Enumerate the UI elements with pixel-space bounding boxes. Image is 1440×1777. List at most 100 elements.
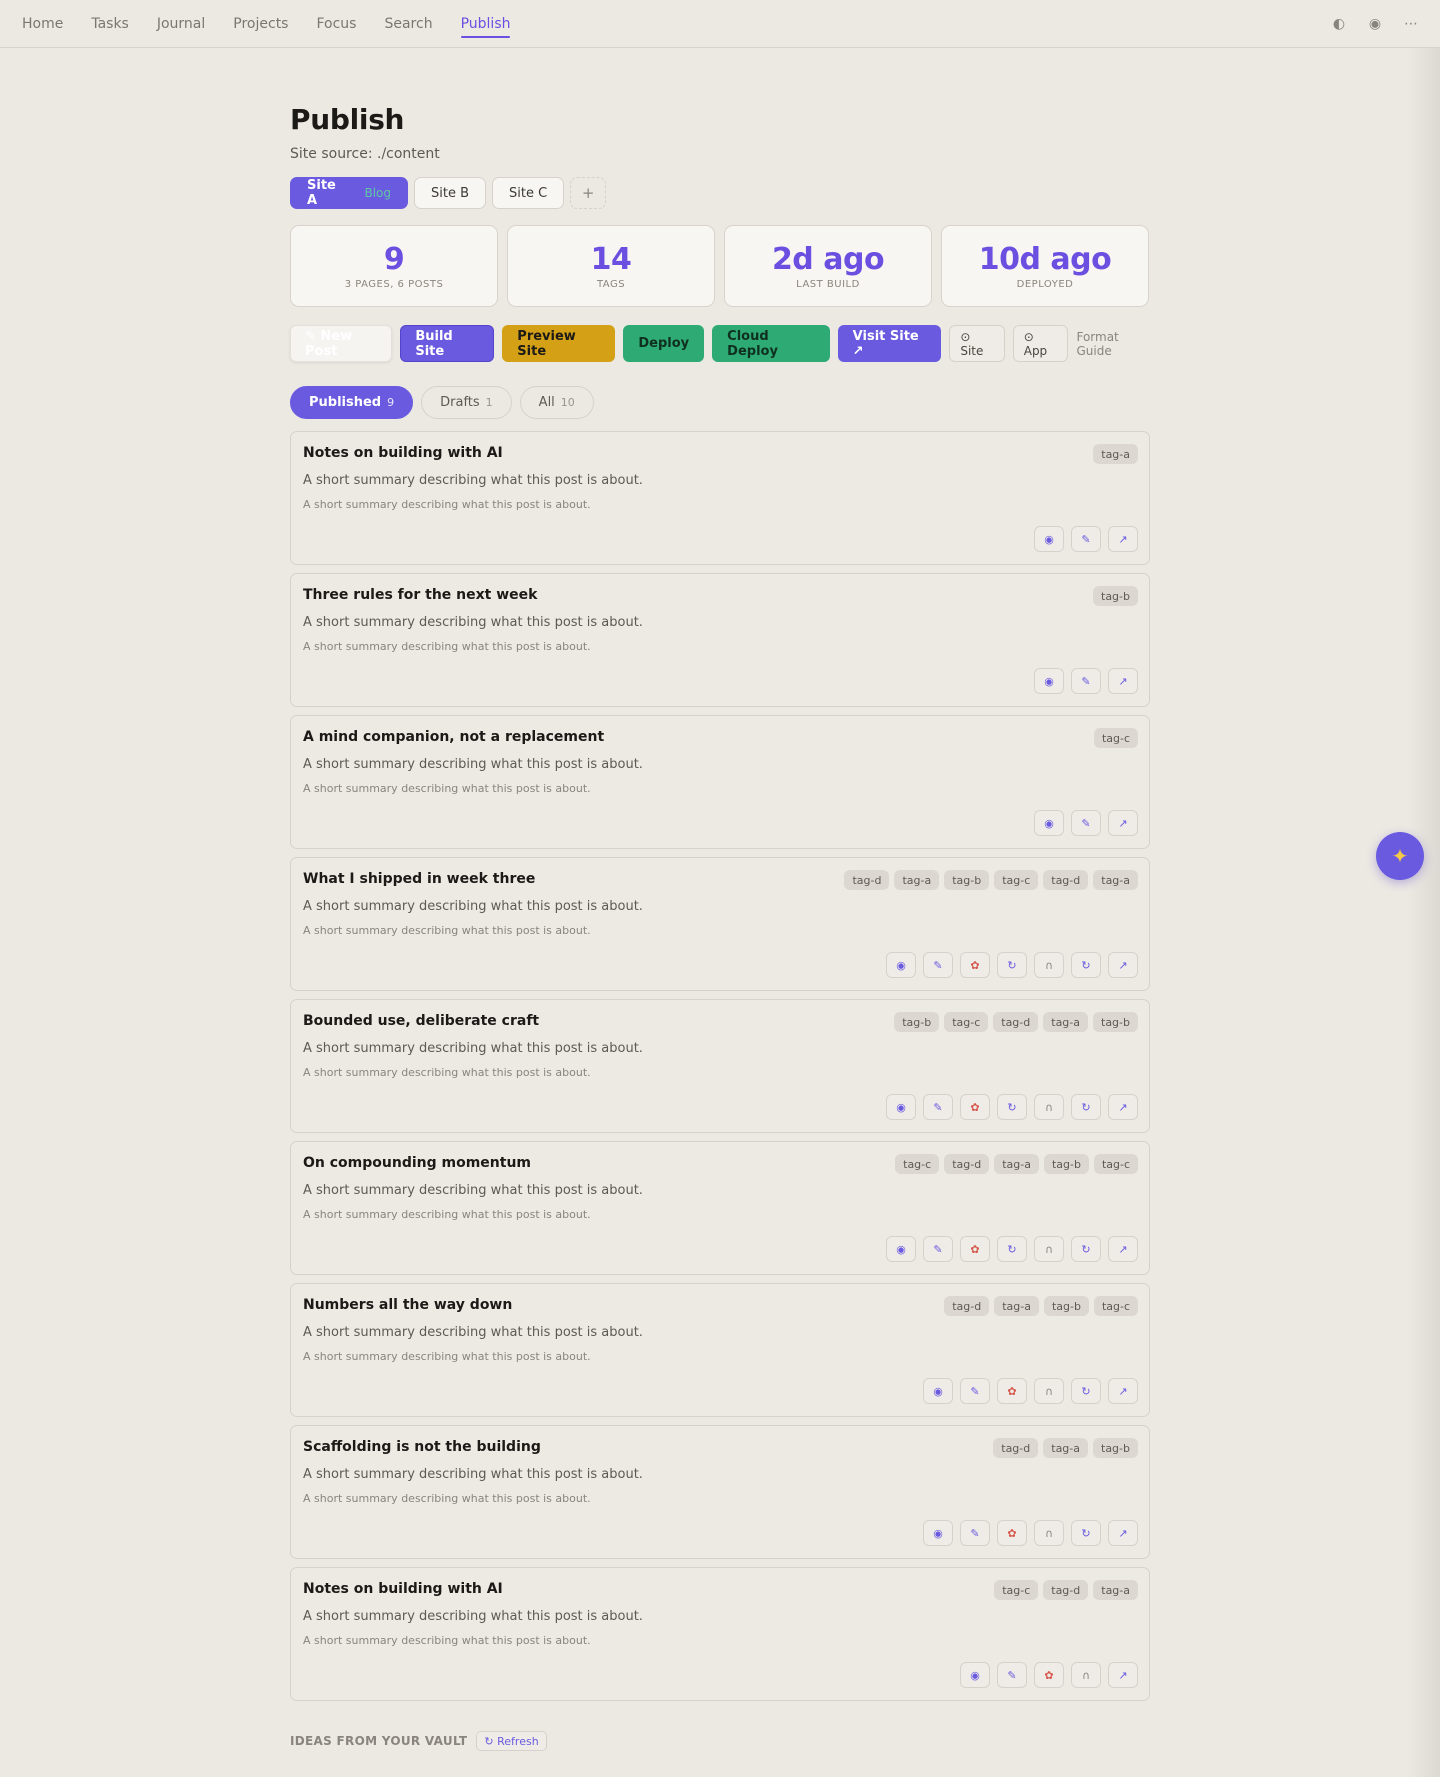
tag-chip[interactable]: tag-c: [1093, 728, 1138, 748]
external-link-icon[interactable]: ↗: [1108, 526, 1138, 552]
headphones-icon[interactable]: ∩: [1034, 952, 1064, 978]
tag-chip[interactable]: tag-c: [994, 870, 1039, 890]
tag-chip[interactable]: tag-a: [1043, 1438, 1088, 1458]
brain-icon[interactable]: ✿: [997, 1520, 1027, 1546]
filter-drafts[interactable]: Drafts 1: [421, 386, 512, 419]
deploy-button[interactable]: Deploy: [623, 325, 705, 362]
sync-icon[interactable]: ↻: [1071, 952, 1101, 978]
add-site-button[interactable]: +: [570, 177, 607, 209]
format-guide-link[interactable]: Format Guide: [1076, 330, 1150, 358]
tag-chip[interactable]: tag-d: [944, 1296, 990, 1316]
post-title[interactable]: Scaffolding is not the building: [303, 1439, 541, 1455]
pencil-icon[interactable]: ✎: [1071, 668, 1101, 694]
tag-chip[interactable]: tag-a: [994, 1154, 1039, 1174]
sync-icon[interactable]: ↻: [1071, 1520, 1101, 1546]
cloud-deploy-button[interactable]: Cloud Deploy: [712, 325, 830, 362]
refresh-button[interactable]: ↻ Refresh: [476, 1731, 547, 1751]
eye-icon[interactable]: ◉: [1034, 526, 1064, 552]
tag-chip[interactable]: tag-d: [844, 870, 890, 890]
tag-chip[interactable]: tag-a: [894, 870, 940, 890]
tag-chip[interactable]: tag-a: [994, 1296, 1039, 1316]
post-card[interactable]: Notes on building with AI A short summary…: [290, 1567, 1150, 1701]
tag-chip[interactable]: tag-c: [1093, 1296, 1138, 1316]
sync-icon[interactable]: ↻: [997, 1094, 1027, 1120]
eye-icon[interactable]: ◉: [886, 952, 916, 978]
preview-site-button[interactable]: Preview Site: [502, 325, 616, 362]
more-icon[interactable]: ⋯: [1404, 16, 1418, 32]
pencil-icon[interactable]: ✎: [960, 1520, 990, 1546]
tag-chip[interactable]: tag-d: [993, 1012, 1039, 1032]
post-title[interactable]: Notes on building with AI: [303, 1581, 503, 1597]
eye-icon[interactable]: ◉: [886, 1094, 916, 1120]
eye-icon[interactable]: ◉: [886, 1236, 916, 1262]
external-link-icon[interactable]: ↗: [1108, 1236, 1138, 1262]
eye-icon[interactable]: ◉: [1368, 16, 1382, 32]
post-card[interactable]: Notes on building with AI A short summary…: [290, 431, 1150, 565]
external-link-icon[interactable]: ↗: [1108, 1378, 1138, 1404]
external-link-icon[interactable]: ↗: [1108, 952, 1138, 978]
headphones-icon[interactable]: ∩: [1034, 1520, 1064, 1546]
open-app-button[interactable]: ⊙ App: [1012, 325, 1069, 362]
tag-chip[interactable]: tag-a: [1093, 1580, 1138, 1600]
new-post-button[interactable]: ✎ New Post: [290, 325, 393, 362]
nav-item-journal[interactable]: Journal: [157, 0, 205, 48]
open-site-button[interactable]: ⊙ Site: [949, 325, 1005, 362]
tag-chip[interactable]: tag-d: [944, 1154, 990, 1174]
tag-chip[interactable]: tag-b: [1093, 586, 1138, 606]
post-title[interactable]: A mind companion, not a replacement: [303, 729, 604, 745]
tag-chip[interactable]: tag-d: [1043, 1580, 1089, 1600]
headphones-icon[interactable]: ∩: [1034, 1378, 1064, 1404]
tag-chip[interactable]: tag-c: [994, 1580, 1039, 1600]
headphones-icon[interactable]: ∩: [1034, 1236, 1064, 1262]
post-card[interactable]: Scaffolding is not the building A short s…: [290, 1425, 1150, 1559]
external-link-icon[interactable]: ↗: [1108, 1662, 1138, 1688]
headphones-icon[interactable]: ∩: [1071, 1662, 1101, 1688]
brain-icon[interactable]: ✿: [997, 1378, 1027, 1404]
pencil-icon[interactable]: ✎: [997, 1662, 1027, 1688]
post-title[interactable]: Numbers all the way down: [303, 1297, 512, 1313]
post-card[interactable]: Three rules for the next week A short sum…: [290, 573, 1150, 707]
filter-all[interactable]: All 10: [519, 386, 594, 419]
nav-item-focus[interactable]: Focus: [316, 0, 356, 48]
site-tab-site-a[interactable]: Site A Blog: [290, 177, 408, 209]
site-tab-site-c[interactable]: Site C: [492, 177, 565, 209]
tag-chip[interactable]: tag-b: [1043, 1296, 1089, 1316]
pencil-icon[interactable]: ✎: [1071, 810, 1101, 836]
brain-icon[interactable]: ✿: [1034, 1662, 1064, 1688]
external-link-icon[interactable]: ↗: [1108, 810, 1138, 836]
nav-item-home[interactable]: Home: [22, 0, 63, 48]
brain-icon[interactable]: ✿: [960, 952, 990, 978]
tag-chip[interactable]: tag-a: [1093, 444, 1138, 464]
post-title[interactable]: What I shipped in week three: [303, 871, 535, 887]
eye-icon[interactable]: ◉: [923, 1520, 953, 1546]
tag-chip[interactable]: tag-d: [1043, 870, 1089, 890]
tag-chip[interactable]: tag-d: [993, 1438, 1039, 1458]
sync-icon[interactable]: ↻: [997, 1236, 1027, 1262]
sync-icon[interactable]: ↻: [1071, 1094, 1101, 1120]
tag-chip[interactable]: tag-b: [1093, 1438, 1138, 1458]
post-title[interactable]: On compounding momentum: [303, 1155, 531, 1171]
sync-icon[interactable]: ↻: [1071, 1236, 1101, 1262]
eye-icon[interactable]: ◉: [923, 1378, 953, 1404]
post-card[interactable]: Bounded use, deliberate craft A short sum…: [290, 999, 1150, 1133]
brain-icon[interactable]: ✿: [960, 1094, 990, 1120]
pencil-icon[interactable]: ✎: [960, 1378, 990, 1404]
assistant-sparkle-button[interactable]: ✦: [1376, 832, 1424, 880]
eye-icon[interactable]: ◉: [960, 1662, 990, 1688]
tag-chip[interactable]: tag-b: [1093, 1012, 1138, 1032]
post-card[interactable]: Numbers all the way down A short summary …: [290, 1283, 1150, 1417]
build-site-button[interactable]: Build Site: [400, 325, 495, 362]
post-title[interactable]: Bounded use, deliberate craft: [303, 1013, 539, 1029]
tag-chip[interactable]: tag-b: [894, 1012, 940, 1032]
theme-toggle-icon[interactable]: ◐: [1332, 16, 1346, 32]
post-card[interactable]: A mind companion, not a replacement A sho…: [290, 715, 1150, 849]
tag-chip[interactable]: tag-c: [1093, 1154, 1138, 1174]
sync-icon[interactable]: ↻: [1071, 1378, 1101, 1404]
nav-item-projects[interactable]: Projects: [233, 0, 288, 48]
tag-chip[interactable]: tag-c: [944, 1012, 989, 1032]
post-title[interactable]: Three rules for the next week: [303, 587, 537, 603]
tag-chip[interactable]: tag-a: [1093, 870, 1138, 890]
nav-item-search[interactable]: Search: [384, 0, 432, 48]
tag-chip[interactable]: tag-a: [1043, 1012, 1088, 1032]
headphones-icon[interactable]: ∩: [1034, 1094, 1064, 1120]
